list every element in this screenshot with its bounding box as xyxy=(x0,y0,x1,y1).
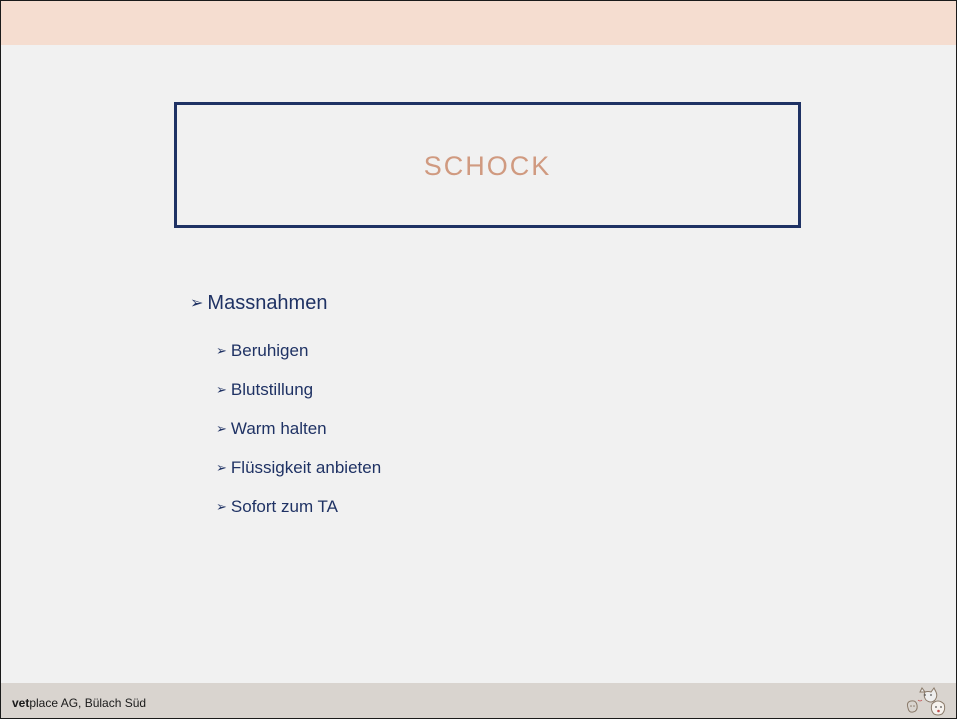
list-item: ➢ Warm halten xyxy=(216,409,381,448)
list-item-text: Blutstillung xyxy=(230,379,314,399)
arrowhead-bullet-icon: ➢ xyxy=(216,381,227,397)
list-item: ➢ Blutstillung xyxy=(216,370,381,409)
arrowhead-bullet-icon: ➢ xyxy=(190,295,204,312)
list-item: ➢ Flüssigkeit anbieten xyxy=(216,448,381,487)
title-box: SCHOCK xyxy=(174,102,801,228)
footer-brand-rest: place AG, Bülach Süd xyxy=(29,696,147,710)
list-item-text: Beruhigen xyxy=(230,340,309,360)
list-item: ➢ Beruhigen xyxy=(216,331,381,370)
bullet-list: ➢ Massnahmen ➢ Beruhigen ➢ Blutstillung … xyxy=(190,289,381,526)
arrowhead-bullet-icon: ➢ xyxy=(216,459,227,475)
arrowhead-bullet-icon: ➢ xyxy=(216,420,227,436)
bullet-heading: ➢ Massnahmen xyxy=(190,289,381,317)
footer: vetplace AG, Bülach Süd xyxy=(1,683,956,718)
arrowhead-bullet-icon: ➢ xyxy=(216,498,227,514)
list-item: ➢ Sofort zum TA xyxy=(216,487,381,526)
footer-brand-bold: vet xyxy=(12,696,30,710)
list-item-text: Sofort zum TA xyxy=(230,496,338,516)
list-item-text: Warm halten xyxy=(230,418,327,438)
list-item-text: Flüssigkeit anbieten xyxy=(230,457,382,477)
pets-logo-icon xyxy=(906,687,946,716)
footer-company: vetplace AG, Bülach Süd xyxy=(12,696,146,710)
slide: SCHOCK ➢ Massnahmen ➢ Beruhigen ➢ Blutst… xyxy=(0,0,957,719)
arrowhead-bullet-icon: ➢ xyxy=(216,342,227,358)
slide-title: SCHOCK xyxy=(423,150,552,181)
bullet-heading-text: Massnahmen xyxy=(207,291,328,314)
top-band xyxy=(1,1,956,45)
sub-bullet-list: ➢ Beruhigen ➢ Blutstillung ➢ Warm halten… xyxy=(190,331,381,526)
